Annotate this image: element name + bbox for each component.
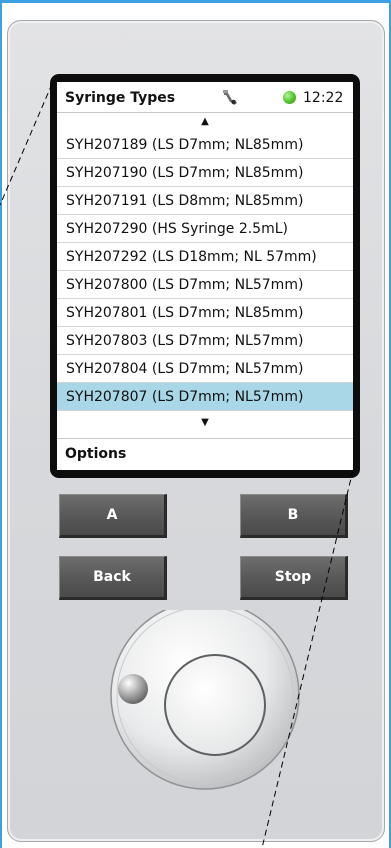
screen-title: Syringe Types (65, 90, 176, 106)
b-button[interactable]: B (240, 494, 348, 538)
status-led-icon (283, 91, 296, 104)
clock: 12:22 (303, 90, 344, 106)
options-bar[interactable]: Options (57, 438, 353, 470)
syringe-type-item[interactable]: SYH207292 (LS D18mm; NL 57mm) (57, 243, 353, 271)
syringe-type-item[interactable]: SYH207801 (LS D7mm; NL85mm) (57, 299, 353, 327)
a-button[interactable]: A (59, 494, 167, 538)
options-label: Options (65, 446, 127, 462)
syringe-type-item[interactable]: SYH207290 (HS Syringe 2.5mL) (57, 215, 353, 243)
rotary-knob[interactable] (100, 610, 320, 810)
syringe-type-item[interactable]: SYH207804 (LS D7mm; NL57mm) (57, 355, 353, 383)
syringe-type-item[interactable]: SYH207189 (LS D7mm; NL85mm) (57, 131, 353, 159)
knob-center-button[interactable] (164, 654, 266, 756)
scroll-down-icon[interactable]: ▼ (57, 416, 353, 430)
syringe-type-list: SYH207189 (LS D7mm; NL85mm) SYH207190 (LS… (57, 131, 353, 411)
status-bar: Syringe Types 12:22 (57, 82, 353, 113)
syringe-type-item[interactable]: SYH207800 (LS D7mm; NL57mm) (57, 271, 353, 299)
syringe-type-item[interactable]: SYH207807 (LS D7mm; NL57mm) (57, 383, 353, 411)
syringe-type-item[interactable]: SYH207190 (LS D7mm; NL85mm) (57, 159, 353, 187)
syringe-type-item[interactable]: SYH207803 (LS D7mm; NL57mm) (57, 327, 353, 355)
back-button[interactable]: Back (59, 556, 167, 600)
knob-grip-dot (118, 674, 148, 704)
device-screen: Syringe Types 12:22 ▲ SYH207189 (LS D7mm… (57, 82, 353, 470)
wrench-icon (223, 90, 237, 105)
scroll-up-icon[interactable]: ▲ (57, 115, 353, 129)
stop-button[interactable]: Stop (240, 556, 348, 600)
syringe-type-item[interactable]: SYH207191 (LS D8mm; NL85mm) (57, 187, 353, 215)
